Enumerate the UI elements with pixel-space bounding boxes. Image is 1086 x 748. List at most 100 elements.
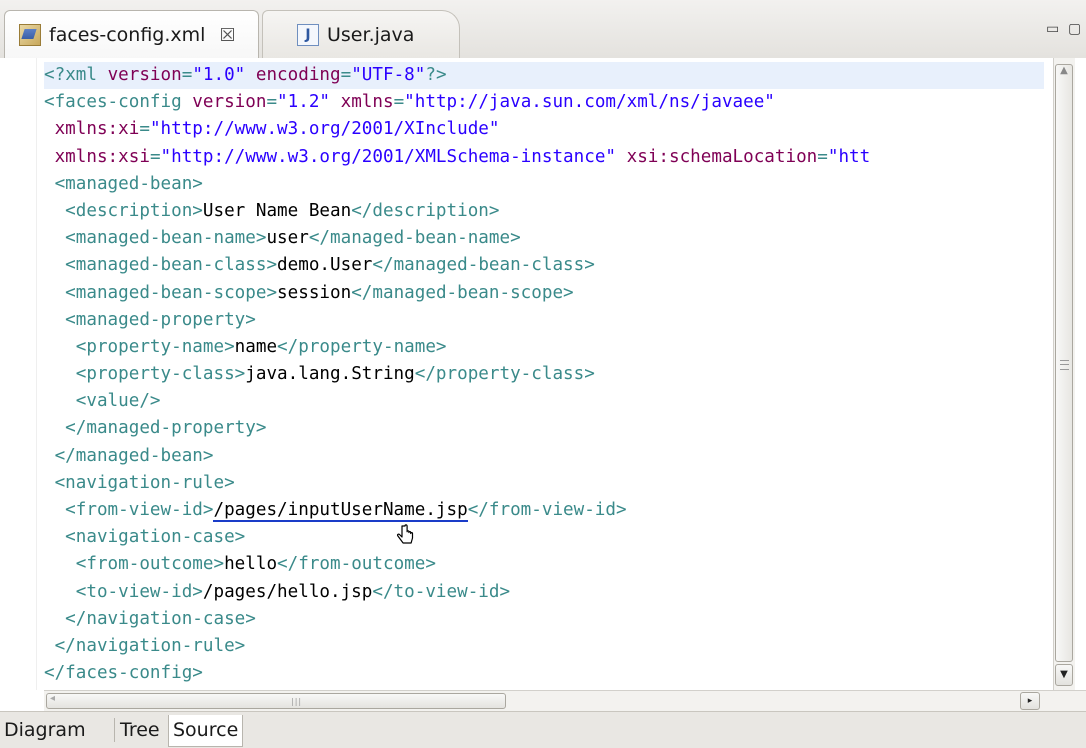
scroll-up-icon[interactable]: ▲	[1056, 64, 1072, 78]
code-token: </property-name>	[277, 336, 447, 357]
hyperlink-path[interactable]: /pages/inputUserName.jsp	[213, 500, 468, 522]
code-token: =	[393, 92, 405, 113]
code-line[interactable]: </faces-config>	[44, 660, 1044, 687]
code-line[interactable]: <property-class>java.lang.String</proper…	[44, 361, 1044, 388]
tab-source[interactable]: Source	[168, 715, 244, 747]
java-file-icon: J	[297, 23, 319, 46]
tab-faces-config-xml[interactable]: faces-config.xml ☒	[4, 10, 259, 59]
code-token: ?>	[425, 65, 447, 85]
code-token: User Name Bean	[202, 200, 352, 221]
code-token: <to-view-id>	[44, 581, 203, 602]
horizontal-scrollbar[interactable]: ||| ◂ ▸	[44, 690, 1044, 712]
code-token: version	[192, 92, 267, 113]
tab-user-java[interactable]: J User.java	[262, 10, 460, 58]
code-token: =	[181, 65, 193, 85]
code-line[interactable]: <value/>	[44, 388, 1044, 415]
editor-page-tabs: Diagram Tree Source	[0, 711, 1086, 748]
code-token: </managed-bean-scope>	[351, 282, 574, 303]
code-line[interactable]: </managed-bean>	[44, 443, 1044, 470]
tab-separator	[114, 718, 115, 742]
maximize-icon[interactable]: ▢	[1068, 21, 1083, 37]
code-token: <?	[44, 65, 66, 85]
scroll-right-button[interactable]: ▸	[1020, 692, 1040, 710]
code-token: "1.2"	[277, 92, 331, 113]
code-token: </managed-bean-class>	[372, 255, 595, 276]
code-token: =	[149, 146, 161, 167]
code-token: </from-outcome>	[277, 554, 436, 575]
code-token: "htt	[827, 146, 871, 167]
code-token: <value/>	[44, 391, 161, 412]
code-line[interactable]: <to-view-id>/pages/hello.jsp</to-view-id…	[44, 579, 1044, 606]
scroll-grip-icon: |||	[291, 697, 303, 706]
code-token: user	[266, 228, 309, 249]
code-line[interactable]: <from-view-id>/pages/inputUserName.jsp</…	[44, 497, 1044, 524]
code-token: "http://java.sun.com/xml/ns/javaee"	[404, 92, 775, 113]
code-line[interactable]: <navigation-rule>	[44, 470, 1044, 497]
vertical-scrollbar[interactable]: ▲ ▼	[1053, 58, 1075, 690]
code-token: xml	[65, 65, 108, 85]
code-token: <property-class>	[44, 364, 246, 385]
code-area[interactable]: <?xml version="1.0" encoding="UTF-8"?> <f…	[44, 62, 1044, 692]
code-line[interactable]: <managed-property>	[44, 307, 1044, 334]
code-token: <from-outcome>	[44, 554, 225, 575]
vertical-scroll-thumb[interactable]	[1055, 64, 1073, 662]
code-token: <description>	[44, 200, 203, 221]
code-line[interactable]: <from-outcome>hello</from-outcome>	[44, 551, 1044, 578]
code-token: "http://www.w3.org/2001/XInclude"	[149, 119, 500, 140]
code-line[interactable]: xmlns:xi="http://www.w3.org/2001/XInclud…	[44, 116, 1044, 143]
code-line[interactable]: <property-name>name</property-name>	[44, 334, 1044, 361]
code-line[interactable]: <navigation-case>	[44, 524, 1044, 551]
code-line[interactable]: <managed-bean>	[44, 171, 1044, 198]
tab-tree[interactable]: Tree	[116, 715, 164, 747]
code-line[interactable]: </managed-property>	[44, 415, 1044, 442]
code-line[interactable]: <faces-config version="1.2" xmlns="http:…	[44, 89, 1044, 116]
code-line[interactable]: xmlns:xsi="http://www.w3.org/2001/XMLSch…	[44, 144, 1044, 171]
code-token: java.lang.String	[245, 364, 415, 385]
code-token: hello	[224, 554, 278, 575]
code-token: <managed-bean-scope>	[44, 282, 278, 303]
code-token: </faces-config>	[44, 663, 203, 684]
code-line[interactable]: </navigation-case>	[44, 606, 1044, 633]
scroll-grip-icon	[1060, 360, 1069, 370]
code-token: <managed-bean>	[44, 173, 203, 194]
code-token: </navigation-rule>	[44, 635, 246, 656]
code-line[interactable]: <managed-bean-name>user</managed-bean-na…	[44, 225, 1044, 252]
xml-source-editor[interactable]: <?xml version="1.0" encoding="UTF-8"?> <f…	[0, 58, 1086, 690]
code-line[interactable]: </navigation-rule>	[44, 633, 1044, 660]
code-token: version	[107, 65, 182, 85]
code-line[interactable]: <description>User Name Bean</description…	[44, 198, 1044, 225]
code-line[interactable]: <managed-bean-class>demo.User</managed-b…	[44, 252, 1044, 279]
scroll-left-icon[interactable]: ◂	[50, 693, 55, 704]
tab-label: faces-config.xml	[49, 24, 206, 46]
code-token: "UTF-8"	[351, 65, 426, 85]
code-token: encoding	[255, 65, 341, 85]
code-token: <navigation-case>	[44, 527, 246, 548]
hand-cursor-icon	[396, 524, 414, 544]
xml-file-icon	[19, 24, 41, 46]
code-token: <managed-property>	[44, 309, 256, 330]
close-tab-icon[interactable]: ☒	[219, 25, 235, 46]
tab-diagram[interactable]: Diagram	[0, 715, 90, 747]
code-token: </navigation-case>	[44, 608, 256, 629]
horizontal-scroll-thumb[interactable]: |||	[46, 693, 506, 709]
code-token: xmlns:xi	[54, 119, 140, 140]
code-line[interactable]: <managed-bean-scope>session</managed-bea…	[44, 280, 1044, 307]
code-token: session	[277, 282, 352, 303]
tab-label: User.java	[327, 23, 415, 46]
code-token: name	[234, 336, 278, 357]
minimize-icon[interactable]: ▭	[1046, 21, 1061, 37]
code-token: demo.User	[277, 255, 373, 276]
code-token: </managed-bean>	[44, 445, 214, 466]
code-token: xsi:schemaLocation	[626, 146, 818, 167]
scroll-down-button[interactable]: ▼	[1055, 664, 1073, 686]
code-line[interactable]: <?xml version="1.0" encoding="UTF-8"?>	[44, 62, 1044, 90]
code-token: </property-class>	[414, 364, 595, 385]
code-token: <faces-config	[44, 92, 193, 113]
code-token: /pages/hello.jsp	[202, 581, 373, 602]
code-token: <navigation-rule>	[44, 472, 235, 493]
